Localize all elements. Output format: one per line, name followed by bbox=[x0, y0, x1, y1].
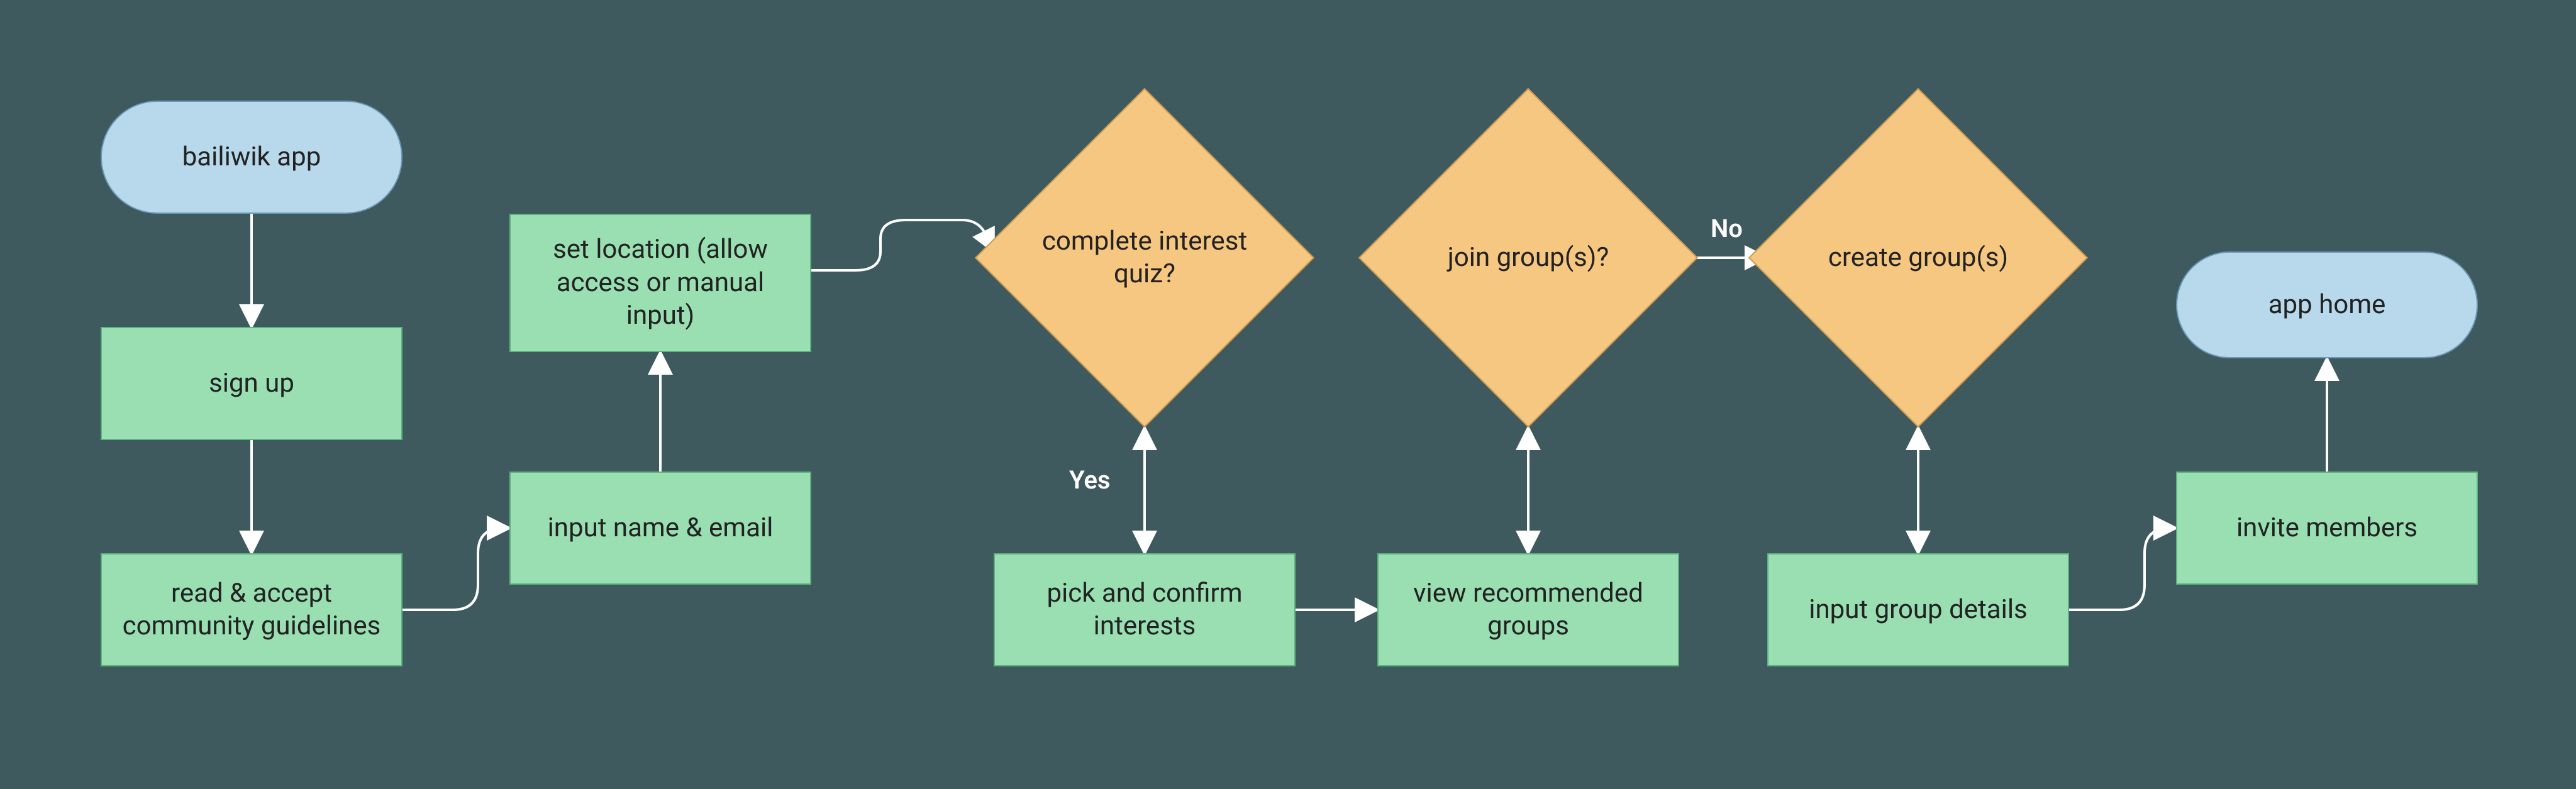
node-label: set location (allow access or manual inp… bbox=[528, 233, 792, 333]
node-label: join group(s)? bbox=[1448, 241, 1609, 275]
node-label: input group details bbox=[1809, 593, 2027, 627]
node-label: create group(s) bbox=[1828, 241, 2008, 275]
flowchart-canvas: bailiwik app sign up read & accept commu… bbox=[0, 0, 2576, 789]
decision-quiz: complete interest quiz? bbox=[975, 88, 1314, 428]
node-label: complete interest quiz? bbox=[1013, 225, 1277, 291]
node-label: invite members bbox=[2236, 512, 2418, 545]
node-label: app home bbox=[2268, 289, 2386, 322]
process-guidelines: read & accept community guidelines bbox=[101, 553, 402, 666]
process-name-email: input name & email bbox=[509, 472, 811, 585]
process-invite: invite members bbox=[2176, 472, 2478, 585]
decision-create: create group(s) bbox=[1748, 88, 2088, 428]
decision-join: join group(s)? bbox=[1358, 88, 1698, 428]
process-group-details: input group details bbox=[1767, 553, 2069, 666]
node-label: view recommended groups bbox=[1396, 577, 1660, 643]
node-label: read & accept community guidelines bbox=[119, 577, 384, 643]
process-view-groups: view recommended groups bbox=[1377, 553, 1679, 666]
node-label: bailiwik app bbox=[182, 141, 321, 174]
process-interests: pick and confirm interests bbox=[994, 553, 1296, 666]
process-signup: sign up bbox=[101, 327, 402, 440]
node-label: input name & email bbox=[548, 512, 774, 545]
terminator-home: app home bbox=[2176, 251, 2478, 358]
node-label: pick and confirm interests bbox=[1013, 577, 1277, 643]
edge-label-yes: Yes bbox=[1069, 465, 1110, 495]
edge-label-no: No bbox=[1711, 214, 1743, 243]
node-label: sign up bbox=[209, 367, 294, 400]
terminator-start: bailiwik app bbox=[101, 101, 402, 214]
process-location: set location (allow access or manual inp… bbox=[509, 214, 811, 352]
